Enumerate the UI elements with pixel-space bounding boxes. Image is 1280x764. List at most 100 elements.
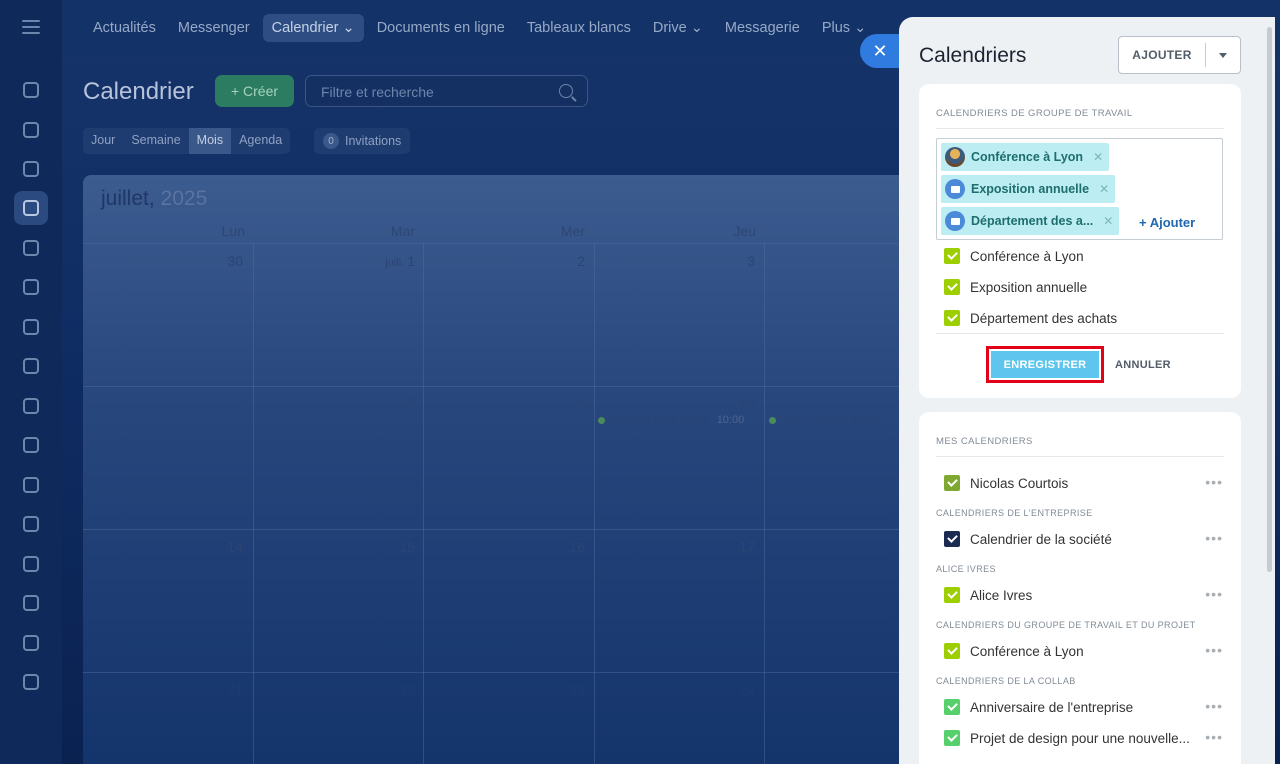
day-cell[interactable]: 8 <box>255 396 415 412</box>
save-highlight-frame: ENREGISTRER <box>986 346 1104 383</box>
tag-label: Exposition annuelle <box>971 182 1090 196</box>
sidebar-cloud-icon[interactable] <box>14 665 48 699</box>
nav-online-docs[interactable]: Documents en ligne <box>368 14 514 42</box>
sidebar-funnel-icon[interactable] <box>14 507 48 541</box>
day-cell[interactable]: 15 <box>255 539 415 555</box>
close-panel-button[interactable]: ✕ <box>860 34 900 68</box>
sidebar-calendar-icon[interactable] <box>14 191 48 225</box>
calendar-checkbox-row[interactable]: Anniversaire de l'entreprise <box>944 698 1133 716</box>
checkbox-checked[interactable] <box>944 279 960 295</box>
add-calendar-button[interactable]: AJOUTER <box>1118 36 1241 74</box>
remove-tag-icon[interactable]: ✕ <box>1093 150 1103 164</box>
day-cell[interactable]: 24 <box>595 682 755 698</box>
workgroup-selector[interactable]: Conférence à Lyon ✕ Exposition annuelle … <box>936 138 1223 240</box>
calendar-checkbox-row[interactable]: Nicolas Courtois <box>944 474 1068 492</box>
remove-tag-icon[interactable]: ✕ <box>1099 182 1109 196</box>
sidebar-crm-icon[interactable] <box>14 389 48 423</box>
tab-agenda[interactable]: Agenda <box>231 128 290 154</box>
calendar-name: Département des achats <box>970 310 1118 326</box>
nav-whiteboards[interactable]: Tableaux blancs <box>518 14 640 42</box>
tag-label: Département des a... <box>971 214 1094 228</box>
remove-tag-icon[interactable]: ✕ <box>1103 214 1113 228</box>
tab-month[interactable]: Mois <box>188 128 232 154</box>
event-item[interactable]: Réunion avec les pa <box>769 414 913 426</box>
calendar-checkbox-row[interactable]: Calendrier de la société <box>944 530 1112 548</box>
search-icon[interactable] <box>559 84 573 98</box>
sidebar-checklist-icon[interactable] <box>14 468 48 502</box>
nav-news[interactable]: Actualités <box>84 14 165 42</box>
day-cell[interactable]: 21 <box>83 682 243 698</box>
more-options-icon[interactable]: ••• <box>1205 729 1223 745</box>
dow-wed: Mer <box>560 223 585 239</box>
event-time: 10:00 <box>716 414 745 426</box>
day-cell[interactable]: 22 <box>255 682 415 698</box>
day-cell[interactable]: 30 <box>83 253 243 269</box>
calendar-checkbox-row[interactable]: Conférence à Lyon <box>944 247 1084 265</box>
sidebar-box-icon[interactable] <box>14 547 48 581</box>
tab-week[interactable]: Semaine <box>123 128 188 154</box>
more-options-icon[interactable]: ••• <box>1205 642 1223 658</box>
more-options-icon[interactable]: ••• <box>1205 586 1223 602</box>
sidebar-drive-icon[interactable] <box>14 270 48 304</box>
nav-mail[interactable]: Messagerie <box>716 14 809 42</box>
more-options-icon[interactable]: ••• <box>1205 698 1223 714</box>
search-input[interactable]: Filtre et recherche <box>305 75 588 107</box>
tab-day[interactable]: Jour <box>83 128 123 154</box>
day-cell[interactable]: juill. 1 <box>255 253 415 269</box>
day-cell[interactable]: 2 <box>425 253 585 269</box>
nav-drive[interactable]: Drive ⌄ <box>644 14 712 42</box>
left-sidebar <box>0 0 62 764</box>
checkbox-checked[interactable] <box>944 248 960 264</box>
day-cell[interactable]: 23 <box>425 682 585 698</box>
checkbox-checked[interactable] <box>944 587 960 603</box>
nav-calendar[interactable]: Calendrier ⌄ <box>262 13 364 42</box>
nav-messenger[interactable]: Messenger <box>169 14 259 42</box>
create-button[interactable]: + Créer <box>215 75 294 107</box>
month-prefix: juill. <box>385 257 405 269</box>
chevron-down-icon[interactable] <box>1206 52 1240 58</box>
checkbox-checked[interactable] <box>944 730 960 746</box>
day-cell[interactable]: 7 <box>83 396 243 412</box>
menu-icon[interactable] <box>22 18 40 36</box>
more-options-icon[interactable]: ••• <box>1205 530 1223 546</box>
selected-tag: Exposition annuelle ✕ <box>941 175 1116 203</box>
day-cell[interactable]: 3 <box>595 253 755 269</box>
checkbox-checked[interactable] <box>944 699 960 715</box>
month-grid: juillet, 2025 Lun Mar Mer Jeu 30 juill. 1… <box>83 175 913 764</box>
calendar-checkbox-row[interactable]: Département des achats <box>944 309 1117 327</box>
add-workgroup-link[interactable]: + Ajouter <box>1139 215 1195 230</box>
sidebar-sites-icon[interactable] <box>14 428 48 462</box>
day-cell[interactable]: 10 <box>595 396 755 412</box>
event-item[interactable]: Réunion avec les pa 10:00 <box>598 414 758 426</box>
sidebar-chat-icon[interactable] <box>14 113 48 147</box>
sidebar-feed-icon[interactable] <box>14 73 48 107</box>
calendar-checkbox-row[interactable]: Alice Ivres <box>944 586 1032 604</box>
checkbox-checked[interactable] <box>944 531 960 547</box>
calendar-name: Nicolas Courtois <box>970 475 1069 491</box>
sidebar-docs-icon[interactable] <box>14 231 48 265</box>
search-placeholder: Filtre et recherche <box>321 84 434 100</box>
dow-thu: Jeu <box>733 223 756 239</box>
panel-scrollbar[interactable] <box>1267 27 1272 572</box>
more-options-icon[interactable]: ••• <box>1205 474 1223 490</box>
checkbox-checked[interactable] <box>944 643 960 659</box>
calendar-checkbox-row[interactable]: Exposition annuelle <box>944 278 1087 296</box>
day-cell[interactable]: 17 <box>595 539 755 555</box>
sidebar-contacts-icon[interactable] <box>14 349 48 383</box>
day-cell[interactable]: 9 <box>425 396 585 412</box>
sidebar-mail-icon[interactable] <box>14 310 48 344</box>
sidebar-inbox-icon[interactable] <box>14 626 48 660</box>
folder-icon <box>945 179 965 199</box>
section-header: CALENDRIERS DU GROUPE DE TRAVAIL ET DU P… <box>936 620 1196 630</box>
calendar-checkbox-row[interactable]: Projet de design pour une nouvelle... <box>944 729 1190 747</box>
cancel-button[interactable]: ANNULER <box>1115 359 1171 371</box>
day-cell[interactable]: 14 <box>83 539 243 555</box>
sidebar-tasks-icon[interactable] <box>14 152 48 186</box>
day-cell[interactable]: 16 <box>425 539 585 555</box>
save-button[interactable]: ENREGISTRER <box>991 351 1099 378</box>
sidebar-cart-icon[interactable] <box>14 586 48 620</box>
checkbox-checked[interactable] <box>944 475 960 491</box>
calendar-checkbox-row[interactable]: Conférence à Lyon <box>944 642 1084 660</box>
checkbox-checked[interactable] <box>944 310 960 326</box>
invitations-button[interactable]: 0 Invitations <box>314 128 411 154</box>
